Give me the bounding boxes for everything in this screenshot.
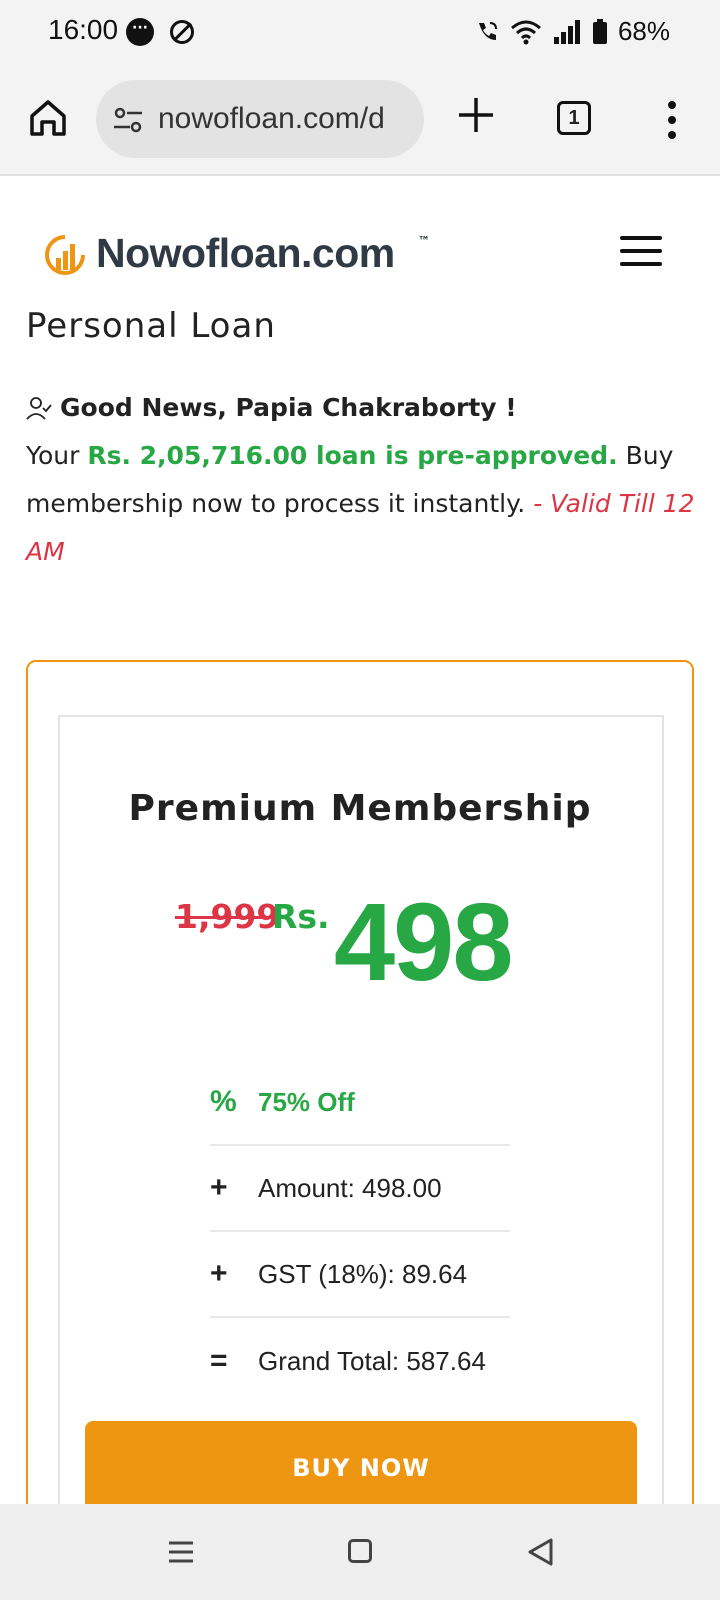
feature-row: = Grand Total: 587.64 bbox=[210, 1318, 510, 1404]
feature-row: + GST (18%): 89.64 bbox=[210, 1232, 510, 1318]
system-navigation-bar bbox=[0, 1504, 720, 1600]
back-icon[interactable] bbox=[526, 1537, 554, 1567]
more-options-icon[interactable] bbox=[664, 100, 680, 140]
status-indicators: 68% bbox=[474, 16, 670, 47]
feature-text: Grand Total: 587.64 bbox=[258, 1345, 486, 1376]
approval-paragraph: Your Rs. 2,05,716.00 loan is pre-approve… bbox=[26, 432, 706, 576]
greeting-line: Good News, Papia Chakraborty ! bbox=[26, 384, 706, 432]
new-tab-icon[interactable] bbox=[455, 94, 497, 136]
tab-switcher-button[interactable]: 1 bbox=[557, 101, 591, 135]
feature-text: 75% Off bbox=[258, 1086, 355, 1117]
plus-icon: + bbox=[210, 1257, 228, 1290]
feature-row: % 75% Off bbox=[210, 1060, 510, 1146]
wifi-calling-icon bbox=[478, 21, 497, 40]
price-currency: Rs. bbox=[272, 897, 330, 936]
plan-title: Premium Membership bbox=[128, 788, 592, 829]
address-bar[interactable]: nowofloan.com/d bbox=[96, 80, 424, 158]
approval-prefix: Your bbox=[26, 441, 88, 470]
greeting-text: Good News, Papia Chakraborty ! bbox=[60, 393, 517, 422]
feature-text: GST (18%): 89.64 bbox=[258, 1258, 468, 1289]
recents-icon[interactable] bbox=[168, 1540, 194, 1564]
status-bar: 16:00 68% bbox=[0, 0, 720, 64]
wifi-icon bbox=[510, 20, 541, 44]
signal-icon bbox=[553, 19, 580, 44]
logo-trademark: ™ bbox=[418, 234, 430, 248]
site-header: Nowofloan.com ™ bbox=[0, 178, 720, 298]
home-nav-icon[interactable] bbox=[348, 1539, 372, 1563]
percent-icon: % bbox=[210, 1085, 237, 1118]
current-price: 498 bbox=[334, 881, 514, 1004]
price-breakdown: % 75% Off + Amount: 498.00 + GST (18%): … bbox=[210, 1060, 510, 1404]
logo-text[interactable]: Nowofloan.com bbox=[96, 230, 395, 277]
buy-now-button[interactable]: BUY NOW bbox=[85, 1421, 637, 1515]
old-price: 1,999 bbox=[175, 897, 280, 936]
site-settings-icon[interactable] bbox=[112, 104, 144, 136]
feature-text: Amount: 498.00 bbox=[258, 1172, 442, 1203]
hamburger-menu-icon[interactable] bbox=[620, 236, 662, 268]
page-title: Personal Loan bbox=[26, 306, 276, 346]
battery-percentage: 68% bbox=[617, 16, 670, 46]
feature-row: + Amount: 498.00 bbox=[210, 1146, 510, 1232]
user-check-icon bbox=[26, 397, 52, 420]
home-icon[interactable] bbox=[28, 98, 68, 138]
browser-toolbar: nowofloan.com/d 1 bbox=[0, 64, 720, 176]
approved-amount: Rs. 2,05,716.00 loan is pre-approved. bbox=[87, 441, 618, 470]
status-time: 16:00 bbox=[48, 14, 119, 45]
battery-icon bbox=[592, 18, 607, 44]
do-not-disturb-icon bbox=[170, 20, 194, 44]
message-notification-icon bbox=[126, 18, 154, 46]
logo-icon[interactable] bbox=[44, 234, 86, 276]
preapproval-message: Good News, Papia Chakraborty ! Your Rs. … bbox=[26, 384, 706, 576]
equals-icon: = bbox=[210, 1344, 228, 1377]
plus-icon: + bbox=[210, 1171, 228, 1204]
url-text: nowofloan.com/d bbox=[158, 102, 385, 135]
